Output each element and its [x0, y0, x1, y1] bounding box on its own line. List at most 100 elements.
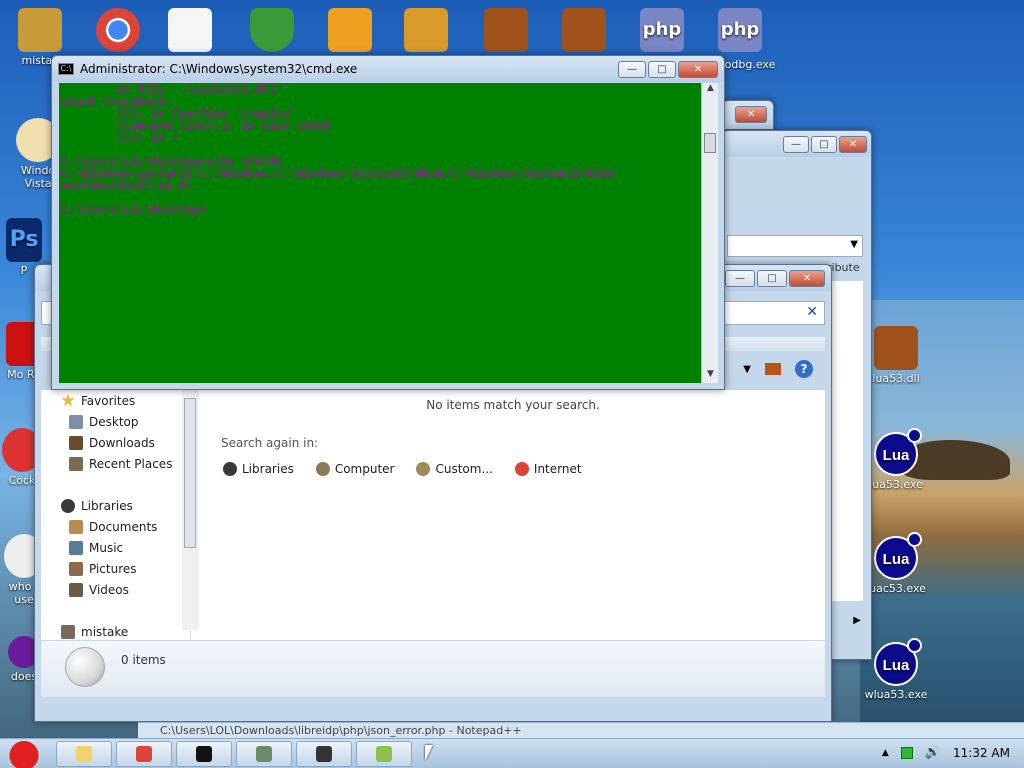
dll-icon — [484, 8, 528, 52]
libraries-icon — [223, 462, 237, 476]
taskbar-button-7zip[interactable] — [296, 740, 352, 767]
desktop-icon-php-1[interactable]: php — [630, 8, 694, 54]
taskbar-button-chrome[interactable] — [116, 740, 172, 767]
desktop-icon-cards[interactable] — [158, 8, 222, 54]
nav-item[interactable]: Downloads — [41, 432, 190, 453]
background-window-top[interactable]: ✕ — [722, 100, 774, 130]
7zip-icon — [316, 745, 332, 762]
cmd-window[interactable]: C:\ Administrator: C:\Windows\system32\c… — [51, 55, 725, 390]
recent-places-icon — [69, 456, 83, 471]
shield-icon — [250, 8, 294, 52]
close-button[interactable]: ✕ — [678, 60, 718, 78]
nav-item-label: mistake — [81, 624, 129, 639]
close-button[interactable]: ✕ — [735, 105, 767, 123]
chrome-icon — [514, 462, 529, 476]
taskbar-button-app-4[interactable] — [236, 740, 292, 767]
nav-item-label: Favorites — [81, 393, 136, 408]
search-location-3[interactable]: Internet — [514, 462, 582, 476]
scroll-up-icon[interactable]: ▲ — [702, 83, 719, 97]
search-location-1[interactable]: Computer — [315, 462, 394, 476]
nav-item[interactable]: Music — [41, 537, 190, 558]
nav-item-label: Recent Places — [89, 456, 173, 471]
maximize-button[interactable]: □ — [648, 60, 676, 78]
solitaire-icon — [168, 8, 212, 52]
folder-icon — [61, 624, 75, 639]
preview-pane-icon[interactable] — [765, 363, 781, 375]
taskbar-button-notepad-plus-plus[interactable] — [356, 740, 412, 767]
lua-icon: Lua — [874, 638, 922, 686]
address-dropdown[interactable]: ▼ — [727, 235, 863, 257]
desktop-icon-pig[interactable] — [318, 8, 382, 54]
photoshop-icon: Ps — [6, 218, 42, 262]
libraries-icon — [61, 498, 75, 513]
console-scrollbar-thumb[interactable] — [704, 133, 716, 153]
nav-item-label: Videos — [89, 582, 129, 597]
desktop-icon-chrome[interactable] — [86, 8, 150, 54]
nav-item[interactable]: Desktop — [41, 411, 190, 432]
taskbar-button-cmd[interactable] — [176, 740, 232, 767]
clear-search-icon[interactable]: ✕ — [806, 304, 818, 320]
search-location-0[interactable]: Libraries — [223, 462, 294, 476]
clock[interactable]: 11:32 AM — [953, 746, 1010, 760]
console-output[interactable]: no file '.\socket53.dll' stack traceback:… — [59, 83, 701, 383]
cmd-icon: C:\ — [58, 63, 74, 75]
nav-item[interactable]: Pictures — [41, 558, 190, 579]
desktop-icon-shield[interactable] — [240, 8, 304, 54]
show-hidden-icons-icon[interactable]: ▲ — [882, 748, 889, 758]
desktop-icon-php-2[interactable]: php — [708, 8, 772, 54]
lua-icon: Lua — [874, 428, 922, 476]
taskbar-button-explorer[interactable] — [56, 740, 112, 767]
php-icon: php — [640, 8, 684, 52]
desktop-icon-dll-1[interactable] — [474, 8, 538, 54]
nav-item[interactable]: Videos — [41, 579, 190, 600]
maximize-button[interactable]: □ — [811, 135, 837, 153]
scroll-down-icon[interactable]: ▼ — [702, 369, 719, 383]
volume-icon[interactable]: 🔊 — [925, 745, 941, 760]
desktop-icon-lua53-exe[interactable]: Lua lua53.exe — [864, 428, 928, 491]
navigation-pane: Favorites Desktop Downloads Recent Places Li… — [41, 390, 191, 640]
nav-scrollbar-thumb[interactable] — [184, 398, 196, 548]
scroll-right-icon[interactable]: ▶ — [853, 615, 861, 626]
desktop-icon-wlua53-exe[interactable]: Lua wlua53.exe — [864, 638, 928, 701]
pictures-icon — [69, 561, 83, 576]
desktop-icon-luac53-exe[interactable]: Lua luac53.exe — [864, 532, 928, 595]
search-results-icon — [65, 647, 105, 687]
chevron-down-icon: ▼ — [850, 239, 858, 250]
search-location-label: Internet — [533, 462, 582, 476]
nav-scrollbar[interactable] — [182, 390, 199, 630]
nav-item[interactable]: Favorites — [41, 390, 190, 411]
mouse-cursor — [425, 745, 433, 761]
minimize-button[interactable]: — — [725, 269, 755, 287]
explorer-body: Favorites Desktop Downloads Recent Places Li… — [41, 390, 825, 640]
nav-item-label: Music — [89, 540, 124, 555]
view-options-icon[interactable]: ▼ — [743, 364, 751, 375]
nav-item[interactable]: Libraries — [41, 495, 190, 516]
pig-icon — [328, 8, 372, 52]
app-4-icon — [256, 745, 272, 762]
desktop-icon-folder[interactable] — [394, 8, 458, 54]
search-again-label: Search again in: — [221, 436, 319, 450]
nav-item[interactable]: Documents — [41, 516, 190, 537]
help-icon[interactable]: ? — [795, 360, 813, 378]
nav-item[interactable]: mistake — [41, 621, 190, 642]
desktop-icon-lua53-dll[interactable]: lua53.dll — [864, 326, 928, 385]
music-icon — [69, 540, 83, 555]
no-items-message: No items match your search. — [426, 398, 600, 412]
desktop-icon-dll-2[interactable] — [552, 8, 616, 54]
star-icon — [61, 393, 75, 407]
maximize-button[interactable]: □ — [757, 269, 787, 287]
minimize-button[interactable]: — — [618, 60, 646, 78]
console-scrollbar[interactable]: ▲ ▼ — [701, 83, 718, 383]
network-icon[interactable] — [900, 746, 913, 759]
start-button[interactable] — [0, 738, 52, 768]
cmd-title: Administrator: C:\Windows\system32\cmd.e… — [80, 62, 358, 76]
minimize-button[interactable]: — — [783, 135, 809, 153]
nav-item[interactable]: Recent Places — [41, 453, 190, 474]
desktop-icon-odbg[interactable]: odbg.exe — [718, 58, 782, 71]
close-button[interactable]: ✕ — [839, 135, 867, 153]
close-button[interactable]: ✕ — [789, 269, 825, 287]
php-icon: php — [718, 8, 762, 52]
lua-icon: Lua — [874, 532, 922, 580]
videos-icon — [69, 582, 83, 597]
search-location-2[interactable]: Custom... — [416, 462, 493, 476]
